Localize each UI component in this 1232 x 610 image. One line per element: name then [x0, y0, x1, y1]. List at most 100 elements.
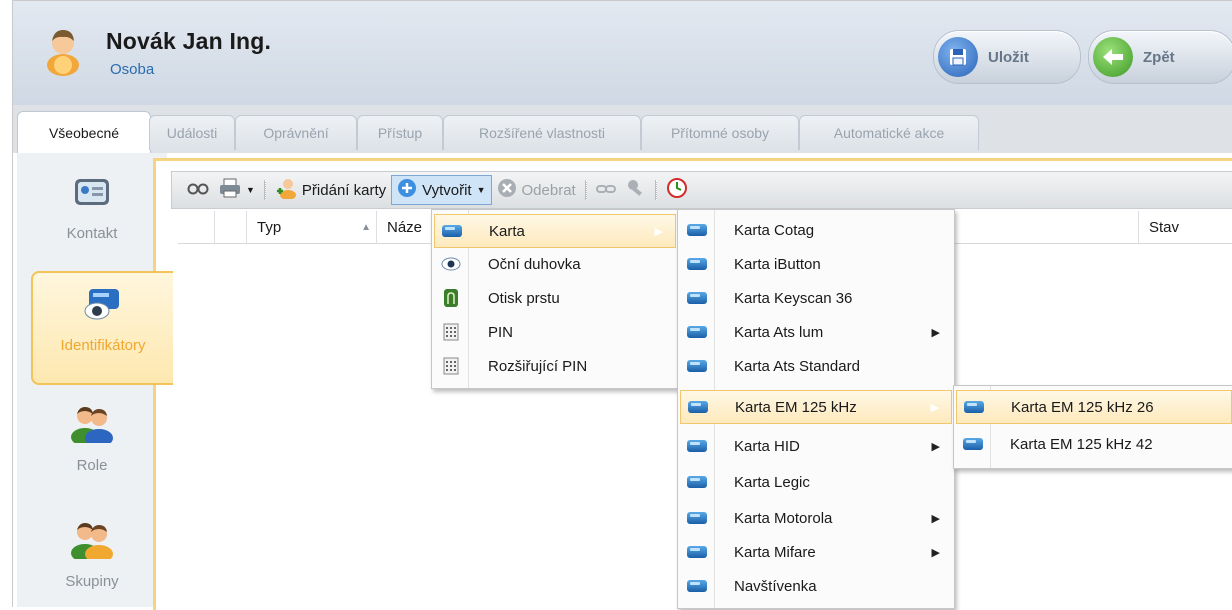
tab-vseobecne[interactable]: Všeobecné — [17, 111, 151, 154]
submenu-arrow-icon: ▶ — [931, 440, 940, 453]
menu-item-karta-hid[interactable]: Karta HID ▶ — [680, 430, 952, 462]
printer-icon — [219, 178, 241, 202]
menu-item-otisk-prstu[interactable]: Otisk prstu — [434, 282, 676, 314]
menu-item-karta-em-125-khz-42[interactable]: Karta EM 125 kHz 42 — [956, 428, 1232, 460]
menu-item-label: Karta Keyscan 36 — [734, 289, 853, 307]
submenu-arrow-icon: ▶ — [931, 512, 940, 525]
card-icon — [680, 580, 714, 592]
add-person-icon — [275, 177, 297, 203]
save-icon — [938, 37, 978, 77]
back-label: Zpět — [1143, 48, 1175, 66]
menu-item-karta-ats-standard[interactable]: Karta Ats Standard — [680, 350, 952, 382]
sidebar-item-label: Role — [76, 457, 108, 474]
card-icon — [681, 401, 715, 413]
chevron-down-icon: ▼ — [476, 185, 486, 195]
menu-item-ocni-duhovka[interactable]: Oční duhovka — [434, 248, 676, 280]
card-icon — [680, 292, 714, 304]
toolbar: ▼ Přidání karty Vytvořit ▼ Odebrat — [171, 171, 1232, 209]
keypad-icon — [434, 357, 468, 375]
menu-item-karta-em-125-khz[interactable]: Karta EM 125 kHz ▶ — [680, 390, 952, 424]
menu-item-label: Karta EM 125 kHz — [735, 398, 857, 416]
column-header-stav[interactable]: Stav — [1138, 211, 1232, 243]
sidebar-item-skupiny[interactable]: Skupiny — [31, 509, 153, 609]
column-selector[interactable] — [178, 211, 214, 243]
menu-item-navstivenka[interactable]: Navštívenka — [680, 570, 952, 602]
sidebar-item-identifikatory[interactable]: Identifikátory — [31, 271, 173, 385]
card-icon — [435, 225, 469, 237]
chevron-down-icon: ▼ — [246, 185, 255, 195]
remove-icon — [497, 178, 517, 202]
menu-item-karta-em-125-khz-26[interactable]: Karta EM 125 kHz 26 — [956, 390, 1232, 424]
menu-item-karta-cotag[interactable]: Karta Cotag — [680, 214, 952, 246]
menu-item-label: Karta Ats Standard — [734, 357, 860, 375]
sidebar-item-role[interactable]: Role — [31, 393, 153, 493]
submenu-arrow-icon: ▶ — [931, 546, 940, 559]
print-button[interactable]: ▼ — [214, 178, 260, 202]
menu-item-label: Karta Motorola — [734, 509, 833, 527]
users-icon — [70, 405, 114, 443]
contact-card-icon — [70, 173, 114, 211]
menu-item-label: Navštívenka — [734, 577, 817, 595]
link-button[interactable] — [591, 182, 621, 199]
submenu-arrow-icon: ▶ — [930, 401, 939, 414]
add-card-label: Přidání karty — [301, 181, 387, 199]
tab-opravneni[interactable]: Oprávnění — [235, 115, 357, 150]
sidebar-item-kontakt[interactable]: Kontakt — [31, 161, 153, 261]
create-button[interactable]: Vytvořit ▼ — [391, 175, 492, 205]
glasses-icon — [187, 181, 209, 199]
add-card-button[interactable]: Přidání karty — [270, 177, 391, 203]
tab-pristup[interactable]: Přístup — [357, 115, 443, 150]
tab-label: Přístup — [377, 125, 423, 141]
page-title: Novák Jan Ing. — [106, 28, 272, 54]
submenu-arrow-icon: ▶ — [931, 326, 940, 339]
tab-automaticke-akce[interactable]: Automatické akce — [799, 115, 979, 150]
card-icon — [680, 476, 714, 488]
menu-item-label: Karta EM 125 kHz 42 — [1010, 435, 1153, 453]
menu-item-karta-ibutton[interactable]: Karta iButton — [680, 248, 952, 280]
toolbar-separator — [263, 180, 266, 200]
menu-item-label: Karta — [489, 222, 525, 240]
card-icon — [956, 438, 990, 450]
remove-label: Odebrat — [521, 181, 576, 199]
menu-item-karta-motorola[interactable]: Karta Motorola ▶ — [680, 502, 952, 534]
menu-item-pin[interactable]: PIN — [434, 316, 676, 348]
fingerprint-icon — [434, 288, 468, 308]
menu-item-rozsirujici-pin[interactable]: Rozšiřující PIN — [434, 350, 676, 382]
key-icon — [626, 178, 646, 202]
key-button[interactable] — [621, 178, 651, 202]
card-icon — [680, 258, 714, 270]
card-icon — [680, 224, 714, 236]
tab-label: Události — [166, 125, 218, 141]
tab-pritomne-osoby[interactable]: Přítomné osoby — [641, 115, 799, 150]
menu-item-label: Karta Ats lum — [734, 323, 824, 341]
tab-label: Přítomné osoby — [670, 125, 770, 141]
tab-rozsirene-vlastnosti[interactable]: Rozšířené vlastnosti — [443, 115, 641, 150]
history-button[interactable] — [661, 177, 693, 203]
view-button[interactable] — [182, 181, 214, 199]
menu-item-karta[interactable]: Karta ▶ — [434, 214, 676, 248]
menu-item-label: Karta Cotag — [734, 221, 815, 239]
sort-ascending-icon: ▲ — [361, 221, 371, 233]
card-icon — [680, 326, 714, 338]
tab-label: Oprávnění — [263, 125, 329, 141]
card-icon — [680, 360, 714, 372]
menu-item-karta-ats-lum[interactable]: Karta Ats lum ▶ — [680, 316, 952, 348]
menu-item-label: PIN — [488, 323, 514, 341]
menu-item-karta-legic[interactable]: Karta Legic — [680, 466, 952, 498]
remove-button[interactable]: Odebrat — [492, 178, 581, 202]
tab-udalosti[interactable]: Události — [149, 115, 235, 150]
toolbar-separator — [654, 180, 657, 200]
eye-card-icon — [81, 285, 125, 323]
header: Novák Jan Ing. Osoba Uložit Zpět — [13, 1, 1232, 105]
column-label: Typ — [257, 218, 282, 236]
save-button[interactable]: Uložit — [933, 30, 1081, 84]
menu-item-karta-keyscan-36[interactable]: Karta Keyscan 36 — [680, 282, 952, 314]
column-label: Stav — [1149, 218, 1180, 236]
card-icon — [680, 440, 714, 452]
menu-item-label: Karta iButton — [734, 255, 821, 273]
back-button[interactable]: Zpět — [1088, 30, 1232, 84]
column-header-typ[interactable]: Typ ▲ — [246, 211, 377, 243]
menu-item-label: Otisk prstu — [488, 289, 560, 307]
sidebar-item-label: Skupiny — [65, 573, 119, 590]
menu-item-karta-mifare[interactable]: Karta Mifare ▶ — [680, 536, 952, 568]
